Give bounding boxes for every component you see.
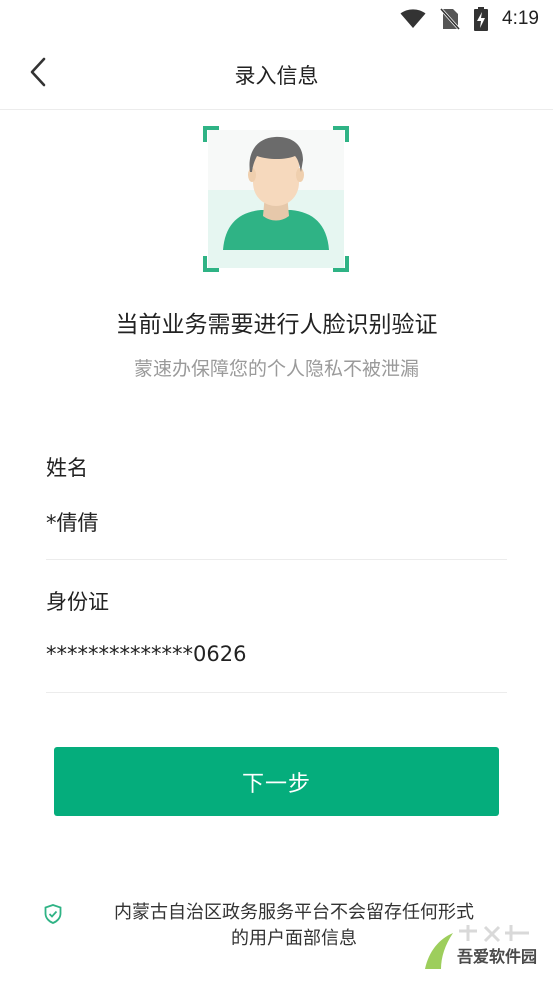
wifi-icon [400, 9, 426, 29]
page-title: 录入信息 [234, 64, 319, 88]
watermark-text: 吾爱软件园 [457, 949, 538, 966]
face-scan-illustration [203, 126, 349, 272]
divider [46, 692, 507, 693]
nav-bar: 录入信息 [0, 38, 553, 110]
status-bar: 4:19 [0, 0, 553, 38]
name-field: *倩倩 [46, 511, 99, 535]
battery-charging-icon [474, 7, 489, 31]
name-label: 姓名 [46, 456, 88, 480]
id-label: 身份证 [46, 590, 109, 614]
status-time: 4:19 [502, 8, 539, 29]
next-step-button[interactable]: 下一步 [54, 747, 499, 816]
shield-check-icon [44, 904, 62, 952]
watermark: 吾爱软件园 [419, 921, 547, 973]
divider [46, 559, 507, 560]
privacy-subtext: 蒙速办保障您的个人隐私不被泄漏 [133, 358, 419, 380]
no-sim-icon [440, 8, 461, 30]
face-verify-heading: 当前业务需要进行人脸识别验证 [115, 312, 438, 338]
id-number-field: **************0626 [46, 642, 247, 666]
